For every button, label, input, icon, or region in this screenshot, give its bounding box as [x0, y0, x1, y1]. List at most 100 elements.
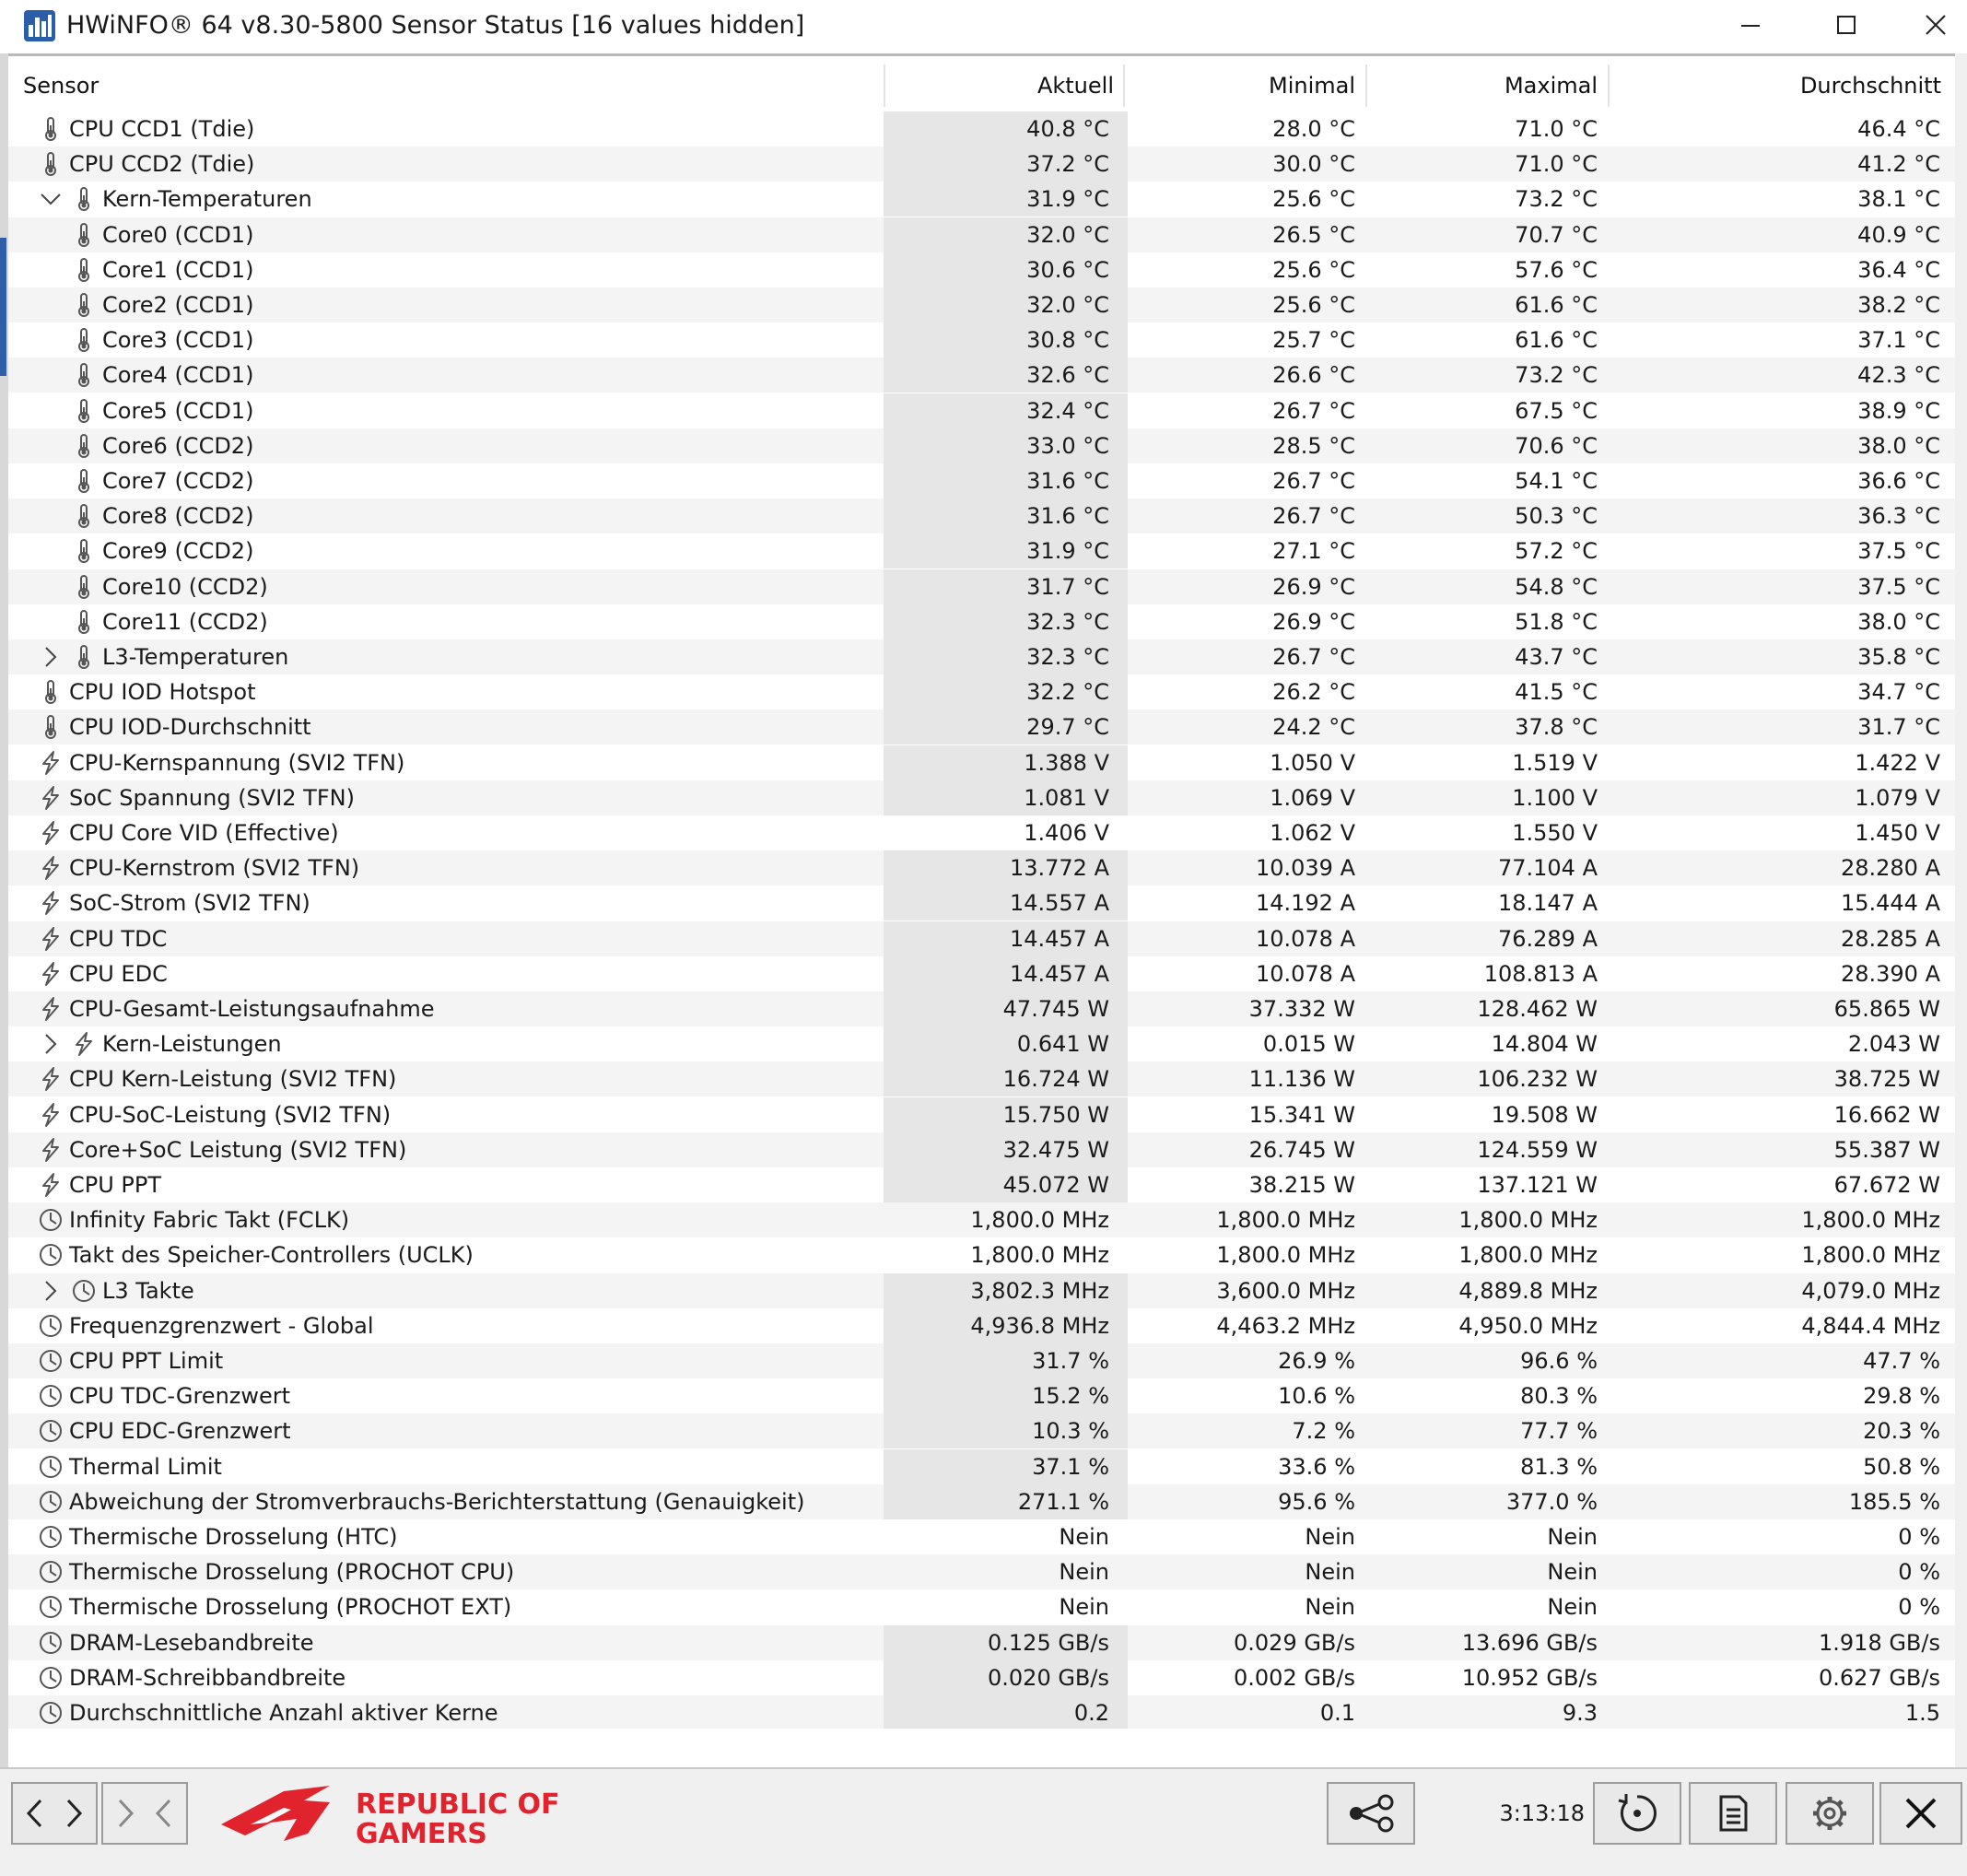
report-button[interactable]	[1689, 1782, 1777, 1845]
average-value: 36.3 °C	[1857, 503, 1940, 530]
arrows-left-right-icon	[26, 1799, 83, 1828]
average-value: 42.3 °C	[1857, 362, 1940, 389]
table-row[interactable]: CPU-Kernstrom (SVI2 TFN) 13.772 A 10.039 A…	[8, 850, 1955, 886]
table-row[interactable]: CPU Kern-Leistung (SVI2 TFN) 16.724 W 11.1…	[8, 1061, 1955, 1097]
table-row[interactable]: Core6 (CCD2) 33.0 °C 28.5 °C 70.6 °C 38.0 °C	[8, 428, 1955, 463]
table-row[interactable]: DRAM-Schreibbandbreite 0.020 GB/s 0.002 GB…	[8, 1659, 1955, 1695]
table-row[interactable]: DRAM-Lesebandbreite 0.125 GB/s 0.029 GB/s 1…	[8, 1624, 1955, 1660]
table-row[interactable]: Core+SoC Leistung (SVI2 TFN) 32.475 W 26.7…	[8, 1131, 1955, 1167]
background-window-accent	[0, 238, 6, 376]
table-row[interactable]: SoC-Strom (SVI2 TFN) 14.557 A 14.192 A 18.1…	[8, 885, 1955, 921]
average-value: 0.627 GB/s	[1819, 1664, 1940, 1691]
document-icon	[1719, 1795, 1748, 1832]
table-row[interactable]: CPU EDC-Grenzwert 10.3 % 7.2 % 77.7 % 20.3 %	[8, 1413, 1955, 1449]
table-row[interactable]: Core8 (CCD2) 31.6 °C 26.7 °C 50.3 °C 36.3 °C	[8, 498, 1955, 534]
vertical-scrollbar[interactable]	[1955, 53, 1967, 1767]
table-row[interactable]: Core1 (CCD1) 30.6 °C 25.6 °C 57.6 °C 36.4 °C	[8, 252, 1955, 287]
collapse-arrows-button[interactable]	[101, 1782, 188, 1845]
average-value: 1.918 GB/s	[1819, 1629, 1940, 1656]
maximize-icon	[1837, 16, 1856, 34]
average-value: 36.4 °C	[1857, 256, 1940, 283]
table-row[interactable]: Core7 (CCD2) 31.6 °C 26.7 °C 54.1 °C 36.6 °C	[8, 463, 1955, 498]
table-row[interactable]: Thermische Drosselung (HTC) Nein Nein Nein 0…	[8, 1519, 1955, 1554]
average-value: 46.4 °C	[1857, 116, 1940, 142]
table-row[interactable]: CPU IOD-Durchschnitt 29.7 °C 24.2 °C 37.8 °…	[8, 709, 1955, 745]
table-row[interactable]: CPU PPT 45.072 W 38.215 W 137.121 W 67.672 W	[8, 1167, 1955, 1202]
header-average[interactable]: Durchschnitt	[8, 57, 1941, 112]
navigate-arrows-button[interactable]	[11, 1782, 98, 1845]
table-row[interactable]: Thermische Drosselung (PROCHOT EXT) Nein N…	[8, 1589, 1955, 1624]
table-row[interactable]: Core3 (CCD1) 30.8 °C 25.7 °C 61.6 °C 37.1 °C	[8, 322, 1955, 358]
table-row[interactable]: L3 Takte 3,802.3 MHz 3,600.0 MHz 4,889.8 MH…	[8, 1272, 1955, 1308]
elapsed-timer: 3:13:18	[1499, 1800, 1585, 1826]
table-row[interactable]: CPU IOD Hotspot 32.2 °C 26.2 °C 41.5 °C 34.7…	[8, 674, 1955, 710]
average-value: 31.7 °C	[1857, 714, 1940, 741]
table-row[interactable]: Core5 (CCD1) 32.4 °C 26.7 °C 67.5 °C 38.9 °C	[8, 393, 1955, 428]
table-row[interactable]: CPU-Gesamt-Leistungsaufnahme 47.745 W 37.3…	[8, 991, 1955, 1026]
table-row[interactable]: Abweichung der Stromverbrauchs-Berichter…	[8, 1483, 1955, 1519]
average-value: 38.0 °C	[1857, 432, 1940, 459]
table-row[interactable]: Infinity Fabric Takt (FCLK) 1,800.0 MHz 1,…	[8, 1202, 1955, 1238]
average-value: 20.3 %	[1863, 1418, 1940, 1445]
reset-clock-icon	[1618, 1794, 1657, 1832]
table-row[interactable]: Core0 (CCD1) 32.0 °C 26.5 °C 70.7 °C 40.9 °C	[8, 217, 1955, 252]
maximize-button[interactable]	[1800, 0, 1892, 52]
average-value: 38.2 °C	[1857, 292, 1940, 318]
table-row[interactable]: Thermische Drosselung (PROCHOT CPU) Nein N…	[8, 1554, 1955, 1590]
table-row[interactable]: Core4 (CCD1) 32.6 °C 26.6 °C 73.2 °C 42.3 °C	[8, 358, 1955, 393]
share-button[interactable]	[1327, 1782, 1415, 1845]
table-row[interactable]: CPU TDC-Grenzwert 15.2 % 10.6 % 80.3 % 29.8 …	[8, 1378, 1955, 1414]
table-row[interactable]: L3-Temperaturen 32.3 °C 26.7 °C 43.7 °C 35.8…	[8, 639, 1955, 674]
sensor-status-window: HWiNFO® 64 v8.30-5800 Sensor Status [16 …	[0, 0, 1967, 1876]
table-row[interactable]: Frequenzgrenzwert - Global 4,936.8 MHz 4,4…	[8, 1307, 1955, 1343]
close-sensors-button[interactable]	[1879, 1782, 1962, 1845]
table-row[interactable]: Core2 (CCD1) 32.0 °C 25.6 °C 61.6 °C 38.2 °C	[8, 287, 1955, 322]
table-row[interactable]: CPU Core VID (Effective) 1.406 V 1.062 V 1.…	[8, 815, 1955, 850]
table-row[interactable]: CPU EDC 14.457 A 10.078 A 108.813 A 28.390 A	[8, 956, 1955, 991]
table-row[interactable]: Core9 (CCD2) 31.9 °C 27.1 °C 57.2 °C 37.5 °C	[8, 533, 1955, 569]
table-row[interactable]: CPU CCD2 (Tdie) 37.2 °C 30.0 °C 71.0 °C 41.2…	[8, 147, 1955, 182]
table-row[interactable]: Kern-Temperaturen 31.9 °C 25.6 °C 73.2 °C 38…	[8, 182, 1955, 217]
average-value: 0 %	[1898, 1594, 1940, 1621]
average-value: 0 %	[1898, 1559, 1940, 1586]
table-row[interactable]: CPU CCD1 (Tdie) 40.8 °C 28.0 °C 71.0 °C 46.4…	[8, 111, 1955, 147]
table-row[interactable]: Durchschnittliche Anzahl aktiver Kerne 0.…	[8, 1695, 1955, 1729]
title-bar[interactable]: HWiNFO® 64 v8.30-5800 Sensor Status [16 …	[0, 0, 1967, 52]
average-value: 28.285 A	[1840, 925, 1940, 952]
average-value: 38.1 °C	[1857, 186, 1940, 213]
table-row[interactable]: Core10 (CCD2) 31.7 °C 26.9 °C 54.8 °C 37.5 °…	[8, 569, 1955, 604]
frame-border	[0, 53, 1967, 56]
table-row[interactable]: CPU TDC 14.457 A 10.078 A 76.289 A 28.285 A	[8, 920, 1955, 956]
settings-button[interactable]	[1786, 1782, 1874, 1845]
table-row[interactable]: CPU PPT Limit 31.7 % 26.9 % 96.6 % 47.7 %	[8, 1343, 1955, 1378]
table-row[interactable]: Takt des Speicher-Controllers (UCLK) 1,80…	[8, 1237, 1955, 1272]
average-value: 2.043 W	[1847, 1031, 1940, 1058]
table-row[interactable]: Core11 (CCD2) 32.3 °C 26.9 °C 51.8 °C 38.0 °…	[8, 604, 1955, 639]
average-value: 36.6 °C	[1857, 468, 1940, 494]
table-row[interactable]: SoC Spannung (SVI2 TFN) 1.081 V 1.069 V 1.1…	[8, 780, 1955, 815]
bottom-toolbar: REPUBLIC OF GAMERS 3:13:18	[0, 1767, 1967, 1876]
average-value: 38.9 °C	[1857, 397, 1940, 424]
reset-button[interactable]	[1593, 1782, 1681, 1845]
average-value: 40.9 °C	[1857, 221, 1940, 248]
table-row[interactable]: Thermal Limit 37.1 % 33.6 % 81.3 % 50.8 %	[8, 1448, 1955, 1484]
average-value: 1.5	[1904, 1700, 1940, 1726]
average-value: 4,079.0 MHz	[1801, 1277, 1940, 1304]
close-window-button[interactable]	[1889, 0, 1967, 52]
average-value: 41.2 °C	[1857, 151, 1940, 178]
rog-logo: REPUBLIC OF GAMERS	[221, 1786, 560, 1848]
average-value: 65.865 W	[1833, 996, 1940, 1022]
average-value: 55.387 W	[1833, 1136, 1940, 1163]
average-value: 50.8 %	[1863, 1453, 1940, 1480]
average-value: 15.444 A	[1840, 890, 1940, 917]
average-value: 1,800.0 MHz	[1801, 1207, 1940, 1234]
window-title: HWiNFO® 64 v8.30-5800 Sensor Status [16 …	[66, 11, 805, 40]
table-row[interactable]: Kern-Leistungen 0.641 W 0.015 W 14.804 W 2.0…	[8, 1026, 1955, 1062]
table-row[interactable]: CPU-Kernspannung (SVI2 TFN) 1.388 V 1.050 …	[8, 745, 1955, 780]
close-icon	[1905, 1798, 1937, 1829]
table-row[interactable]: CPU-SoC-Leistung (SVI2 TFN) 15.750 W 15.34…	[8, 1096, 1955, 1132]
hwinfo-app-icon	[24, 10, 55, 41]
minimize-button[interactable]	[1704, 0, 1797, 52]
average-value: 0 %	[1898, 1524, 1940, 1550]
gear-icon	[1813, 1797, 1846, 1830]
